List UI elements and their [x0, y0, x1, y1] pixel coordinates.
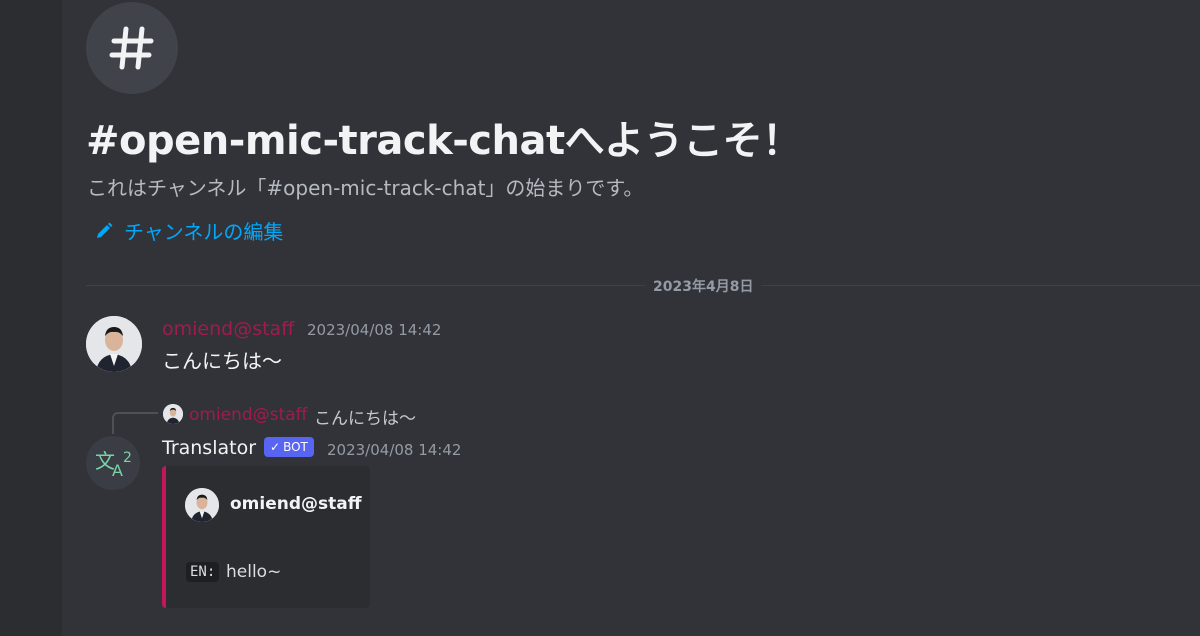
message-timestamp: 2023/04/08 14:42 [327, 441, 462, 459]
pencil-icon [97, 222, 113, 238]
reply-connector [112, 412, 158, 434]
person-avatar-image [185, 488, 219, 522]
hash-glyph [109, 26, 154, 70]
svg-text:2: 2 [123, 450, 132, 466]
date-divider-label: 2023年4月8日 [645, 276, 762, 296]
edit-channel-label: チャンネルの編集 [124, 220, 284, 244]
user-avatar[interactable] [86, 316, 142, 372]
bot-author-name[interactable]: Translator [162, 437, 256, 459]
reply-author-avatar [163, 404, 183, 424]
date-divider-line [86, 285, 1200, 286]
message-timestamp: 2023/04/08 14:42 [307, 321, 442, 339]
hash-icon [86, 2, 178, 94]
bot-badge-label: BOT [283, 440, 308, 454]
embed-author-avatar [185, 488, 219, 522]
translate-glyph: 文 A 2 [95, 449, 132, 480]
message-author-name[interactable]: omiend@staff [162, 318, 294, 340]
left-sidebar-edge [0, 0, 62, 636]
reply-author-name[interactable]: omiend@staff [189, 405, 307, 425]
embed-author-name: omiend@staff [230, 494, 362, 514]
message-text: こんにちは〜 [162, 349, 282, 373]
checkmark-icon: ✓ [270, 440, 281, 454]
svg-text:A: A [112, 461, 123, 480]
translate-icon[interactable]: 文 A 2 [86, 436, 140, 490]
person-avatar-image [86, 316, 142, 372]
edit-channel-link[interactable]: チャンネルの編集 [94, 216, 283, 245]
language-code: EN: [186, 562, 220, 582]
reply-preview-text[interactable]: こんにちは〜 [314, 404, 416, 429]
translated-text: hello~ [226, 562, 282, 582]
bot-badge: ✓ BOT [264, 437, 314, 457]
channel-welcome-subtitle: これはチャンネル「#open-mic-track-chat」の始まりです。 [87, 176, 644, 200]
person-avatar-image [163, 404, 183, 424]
channel-welcome-title: #open-mic-track-chatへようこそ！ [86, 118, 802, 164]
translation-embed: omiend@staff EN: hello~ [162, 466, 370, 608]
